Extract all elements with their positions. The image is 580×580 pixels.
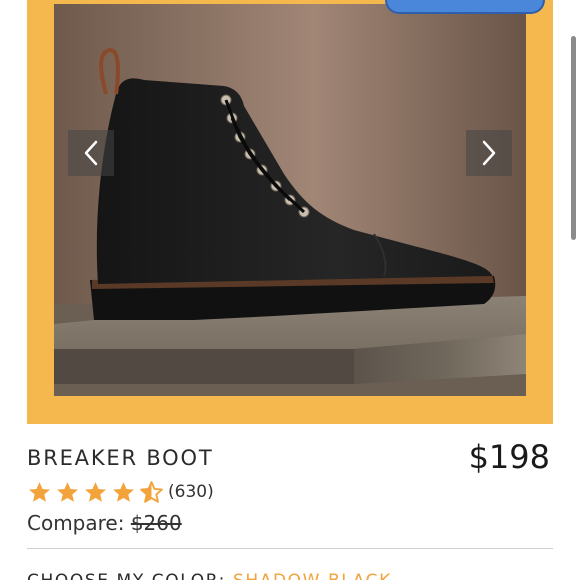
compare-price-row: Compare: $260: [27, 511, 182, 535]
selected-color: SHADOW BLACK: [233, 571, 392, 580]
next-image-button[interactable]: [466, 130, 512, 176]
color-selector-heading: CHOOSE MY COLOR: SHADOW BLACK: [27, 571, 392, 580]
compare-label: Compare:: [27, 511, 125, 535]
chevron-right-icon: [482, 140, 496, 166]
notification-pill[interactable]: [385, 0, 545, 14]
compare-price: $260: [130, 511, 182, 535]
review-count[interactable]: (630): [168, 482, 214, 502]
product-title: BREAKER BOOT: [27, 446, 214, 470]
scrollbar[interactable]: [571, 36, 576, 240]
product-price: $198: [468, 438, 550, 476]
star-full-icon: [113, 481, 134, 502]
chevron-left-icon: [84, 140, 98, 166]
color-label: CHOOSE MY COLOR:: [27, 571, 226, 580]
rating-stars: [27, 480, 164, 505]
previous-image-button[interactable]: [68, 130, 114, 176]
boot-illustration: [54, 4, 526, 396]
star-half-icon: [140, 480, 163, 503]
star-full-icon: [85, 481, 106, 502]
product-rating[interactable]: (630): [27, 478, 214, 506]
divider: [27, 548, 553, 549]
star-full-icon: [57, 481, 78, 502]
product-photo[interactable]: [54, 4, 526, 396]
star-full-icon: [29, 481, 50, 502]
